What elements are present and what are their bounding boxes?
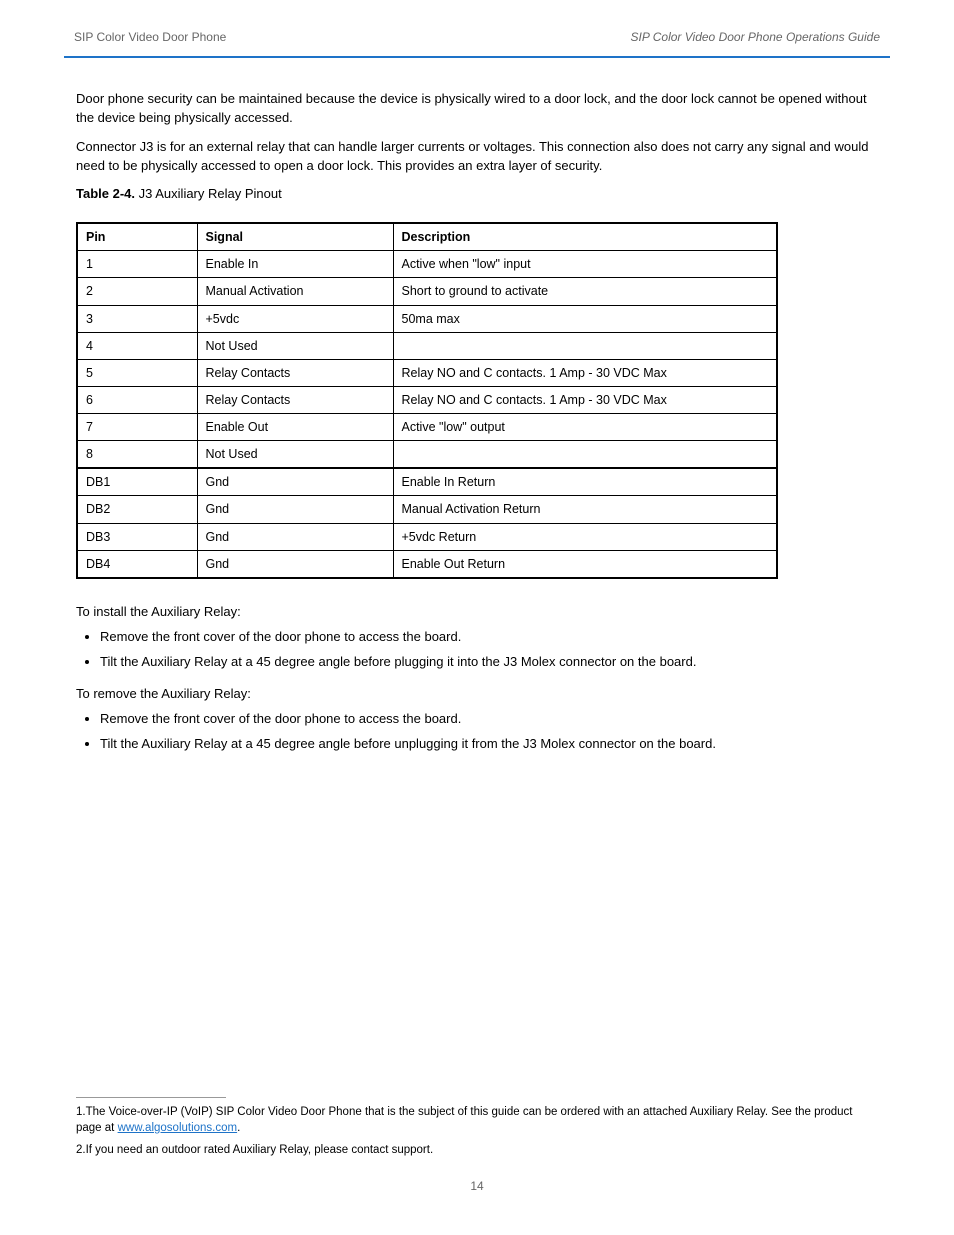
table-cell: 4 [77,332,197,359]
header-rule [64,56,890,58]
table-cell: 6 [77,386,197,413]
table-cell: +5vdc Return [393,523,777,550]
table-cell: Relay NO and C contacts. 1 Amp - 30 VDC … [393,386,777,413]
table-cell: Enable In Return [393,468,777,496]
table-cell: Relay Contacts [197,359,393,386]
col-desc: Description [393,223,777,251]
table-cell: Enable In [197,251,393,278]
table-cell [393,332,777,359]
table-cell: Gnd [197,496,393,523]
header-chapter: SIP Color Video Door Phone Operations Gu… [631,30,880,44]
col-pin: Pin [77,223,197,251]
table-cell: Active "low" output [393,414,777,441]
footnote-rule [76,1097,226,1098]
table-cell: Active when "low" input [393,251,777,278]
table-cell: Manual Activation [197,278,393,305]
table-row: 5Relay ContactsRelay NO and C contacts. … [77,359,777,386]
col-signal: Signal [197,223,393,251]
table-row: 7Enable OutActive "low" output [77,414,777,441]
footnote-1: 1.The Voice-over-IP (VoIP) SIP Color Vid… [76,1104,878,1136]
table-row: 3+5vdc50ma max [77,305,777,332]
table-cell: Gnd [197,468,393,496]
table-cell: 2 [77,278,197,305]
list-item: Remove the front cover of the door phone… [100,628,878,647]
table-row: DB2GndManual Activation Return [77,496,777,523]
table-row: 1Enable InActive when "low" input [77,251,777,278]
table-cell: Enable Out Return [393,550,777,578]
intro-p2: Connector J3 is for an external relay th… [76,138,878,176]
table-cell: Relay Contacts [197,386,393,413]
intro-p1: Door phone security can be maintained be… [76,90,878,128]
pinout-table: Pin Signal Description 1Enable InActive … [76,222,878,579]
table-cell: DB1 [77,468,197,496]
table-cell: Short to ground to activate [393,278,777,305]
table-row: 2Manual ActivationShort to ground to act… [77,278,777,305]
table-cell: Relay NO and C contacts. 1 Amp - 30 VDC … [393,359,777,386]
table-row: DB4GndEnable Out Return [77,550,777,578]
list-install: Remove the front cover of the door phone… [100,628,878,672]
intro-block: Door phone security can be maintained be… [76,90,878,204]
table-cell: 50ma max [393,305,777,332]
table-cell: DB2 [77,496,197,523]
table-cell: +5vdc [197,305,393,332]
table-caption: Table 2-4. J3 Auxiliary Relay Pinout [76,185,878,204]
table-row: 6Relay ContactsRelay NO and C contacts. … [77,386,777,413]
table-cell: Gnd [197,550,393,578]
page-number: 14 [76,1178,878,1195]
table-header-row: Pin Signal Description [77,223,777,251]
table-cell: Not Used [197,332,393,359]
table-row: 4Not Used [77,332,777,359]
table-cell: DB4 [77,550,197,578]
table-cell: Enable Out [197,414,393,441]
table-row: DB3Gnd+5vdc Return [77,523,777,550]
table-cell [393,441,777,469]
para-install: To install the Auxiliary Relay: [76,603,878,622]
header-product: SIP Color Video Door Phone [74,30,226,44]
footnote-2: 2.If you need an outdoor rated Auxiliary… [76,1142,878,1158]
table-cell: Manual Activation Return [393,496,777,523]
table-row: 8Not Used [77,441,777,469]
list-item: Remove the front cover of the door phone… [100,710,878,729]
table-cell: 7 [77,414,197,441]
table-cell: Gnd [197,523,393,550]
list-item: Tilt the Auxiliary Relay at a 45 degree … [100,653,878,672]
table-cell: 1 [77,251,197,278]
table-cell: 3 [77,305,197,332]
footnote-link[interactable]: www.algosolutions.com [118,1122,238,1134]
table-cell: 8 [77,441,197,469]
table-cell: DB3 [77,523,197,550]
para-remove: To remove the Auxiliary Relay: [76,685,878,704]
list-item: Tilt the Auxiliary Relay at a 45 degree … [100,735,878,754]
table-row: DB1GndEnable In Return [77,468,777,496]
list-remove: Remove the front cover of the door phone… [100,710,878,754]
table-cell: Not Used [197,441,393,469]
table-cell: 5 [77,359,197,386]
